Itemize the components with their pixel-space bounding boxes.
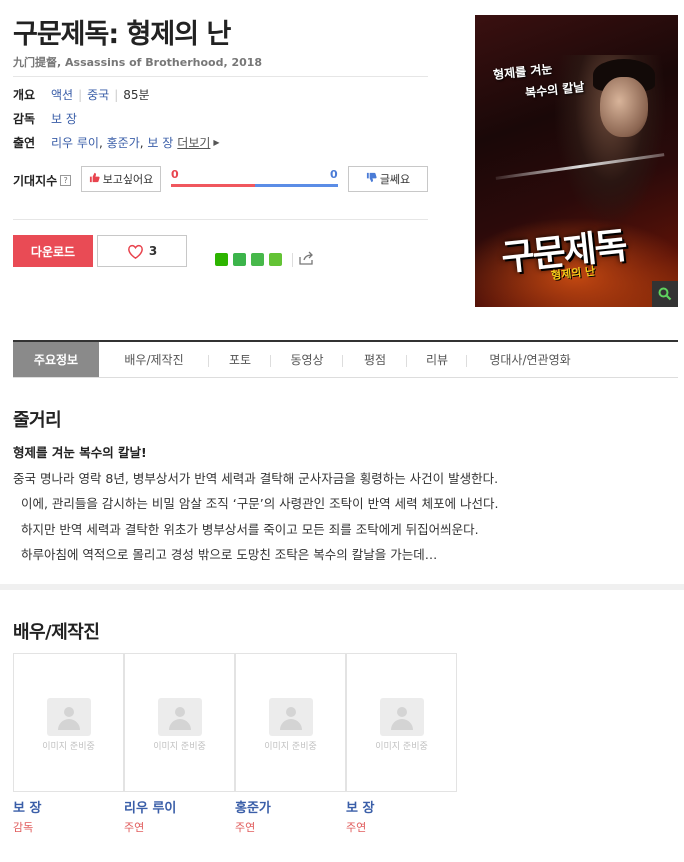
person-role: 주연: [124, 821, 145, 834]
separator: |: [114, 87, 119, 102]
movie-subtitle: 九门提督, Assassins of Brotherhood, 2018: [13, 56, 263, 69]
movie-title: 구문제독: 형제의 난: [13, 19, 231, 50]
like-button[interactable]: 3: [97, 235, 187, 267]
synopsis-line: 이에, 관리들을 감시하는 비밀 암살 조직 ‘구문’의 사령관인 조탁이 반역…: [13, 496, 499, 511]
person-role: 주연: [235, 821, 256, 834]
person-role: 감독: [13, 821, 34, 834]
person-name[interactable]: 홍준가: [235, 797, 271, 816]
chevron-right-icon: ▶: [213, 138, 220, 147]
tab-cast-crew[interactable]: 배우/제작진: [99, 342, 209, 377]
poster-tagline: 형제를 겨눈: [492, 61, 554, 83]
separator: |: [78, 87, 83, 102]
expectation-label-group: 기대지수 ?: [13, 172, 72, 189]
meh-count: 0: [330, 168, 338, 181]
poster-face: [600, 77, 648, 137]
placeholder-person-icon: [380, 698, 424, 736]
director-link[interactable]: 보 장: [51, 110, 77, 127]
placeholder-person-icon: [47, 698, 91, 736]
thumbs-up-icon: [89, 172, 100, 186]
movie-poster[interactable]: 형제를 겨눈 복수의 칼날 구문제독 형제의 난: [475, 15, 678, 307]
country-link[interactable]: 중국: [87, 86, 109, 103]
blog-share-icon[interactable]: [215, 253, 228, 266]
person-role: 주연: [346, 821, 367, 834]
more-link[interactable]: 더보기: [177, 134, 210, 151]
tab-rating[interactable]: 평점: [343, 342, 407, 377]
placeholder-person-icon: [269, 698, 313, 736]
cast-link-2[interactable]: 홍준가: [107, 134, 140, 151]
person-photo[interactable]: 이미지 준비중: [124, 653, 235, 792]
synopsis-body: 형제를 겨눈 복수의 칼날! 중국 명나라 영락 8년, 병부상서가 반역 세력…: [13, 440, 573, 568]
tab-main-info[interactable]: 주요정보: [13, 342, 99, 377]
divider: [13, 76, 428, 77]
placeholder-text: 이미지 준비중: [264, 742, 317, 752]
meh-bar: [255, 184, 338, 187]
tab-review[interactable]: 리뷰: [407, 342, 467, 377]
want-bar: [171, 184, 255, 187]
placeholder-text: 이미지 준비중: [153, 742, 206, 752]
want-count: 0: [171, 168, 179, 181]
person-name[interactable]: 리우 루이: [124, 797, 176, 816]
cast-label: 출연: [13, 136, 36, 150]
expectation-label: 기대지수: [13, 174, 58, 188]
heart-icon: [127, 244, 143, 259]
crew-heading: 배우/제작진: [13, 622, 100, 643]
runtime: 85분: [123, 88, 150, 102]
like-count: 3: [148, 244, 158, 258]
share-icon[interactable]: [299, 250, 315, 269]
placeholder-text: 이미지 준비중: [42, 742, 95, 752]
tab-photo[interactable]: 포토: [209, 342, 271, 377]
tab-quotes-related[interactable]: 명대사/연관영화: [467, 342, 593, 377]
person-name[interactable]: 보 장: [346, 797, 374, 816]
meh-button[interactable]: 글쎄요: [348, 166, 428, 192]
section-divider: [0, 584, 684, 590]
person-photo[interactable]: 이미지 준비중: [235, 653, 346, 792]
director-row: 감독 보 장: [13, 110, 77, 127]
overview-label: 개요: [13, 88, 36, 102]
person-photo[interactable]: 이미지 준비중: [346, 653, 457, 792]
zoom-button[interactable]: [652, 281, 678, 307]
download-button[interactable]: 다운로드: [13, 235, 93, 267]
note-share-icon[interactable]: [269, 253, 282, 266]
person-photo[interactable]: 이미지 준비중: [13, 653, 124, 792]
cast-link-3[interactable]: 보 장: [147, 134, 173, 151]
cast-link-1[interactable]: 리우 루이: [51, 134, 99, 151]
meh-label: 글쎄요: [379, 173, 411, 186]
separator: [292, 252, 293, 267]
overview-row: 개요 액션 | 중국 | 85분: [13, 86, 150, 103]
thumbs-down-icon: [366, 172, 377, 186]
synopsis-lead: 형제를 겨눈 복수의 칼날!: [13, 445, 147, 460]
synopsis-line: 하루아침에 역적으로 몰리고 경성 밖으로 도망친 조탁은 복수의 칼날을 가는…: [13, 547, 438, 562]
tab-video[interactable]: 동영상: [271, 342, 343, 377]
synopsis-heading: 줄거리: [13, 410, 62, 431]
genre-link[interactable]: 액션: [51, 86, 73, 103]
want-to-see-button[interactable]: 보고싶어요: [81, 166, 161, 192]
placeholder-text: 이미지 준비중: [375, 742, 428, 752]
magnifier-icon: [658, 287, 672, 301]
cast-row: 출연 리우 루이, 홍준가, 보 장 더보기 ▶: [13, 134, 220, 151]
synopsis-line: 하지만 반역 세력과 결탁한 위초가 병부상서를 죽이고 모든 죄를 조탁에게 …: [13, 521, 479, 537]
band-share-icon[interactable]: [233, 253, 246, 266]
person-name[interactable]: 보 장: [13, 797, 41, 816]
placeholder-person-icon: [158, 698, 202, 736]
help-icon[interactable]: ?: [60, 175, 72, 186]
share-bar: [215, 250, 315, 269]
tab-bar: 주요정보 배우/제작진 포토 동영상 평점 리뷰 명대사/연관영화: [13, 340, 678, 378]
bookmark-share-icon[interactable]: [251, 253, 264, 266]
divider: [13, 219, 428, 220]
synopsis-line: 중국 명나라 영락 8년, 병부상서가 반역 세력과 결탁해 군사자금을 횡령하…: [13, 470, 499, 486]
director-label: 감독: [13, 112, 36, 126]
want-label: 보고싶어요: [102, 173, 154, 186]
